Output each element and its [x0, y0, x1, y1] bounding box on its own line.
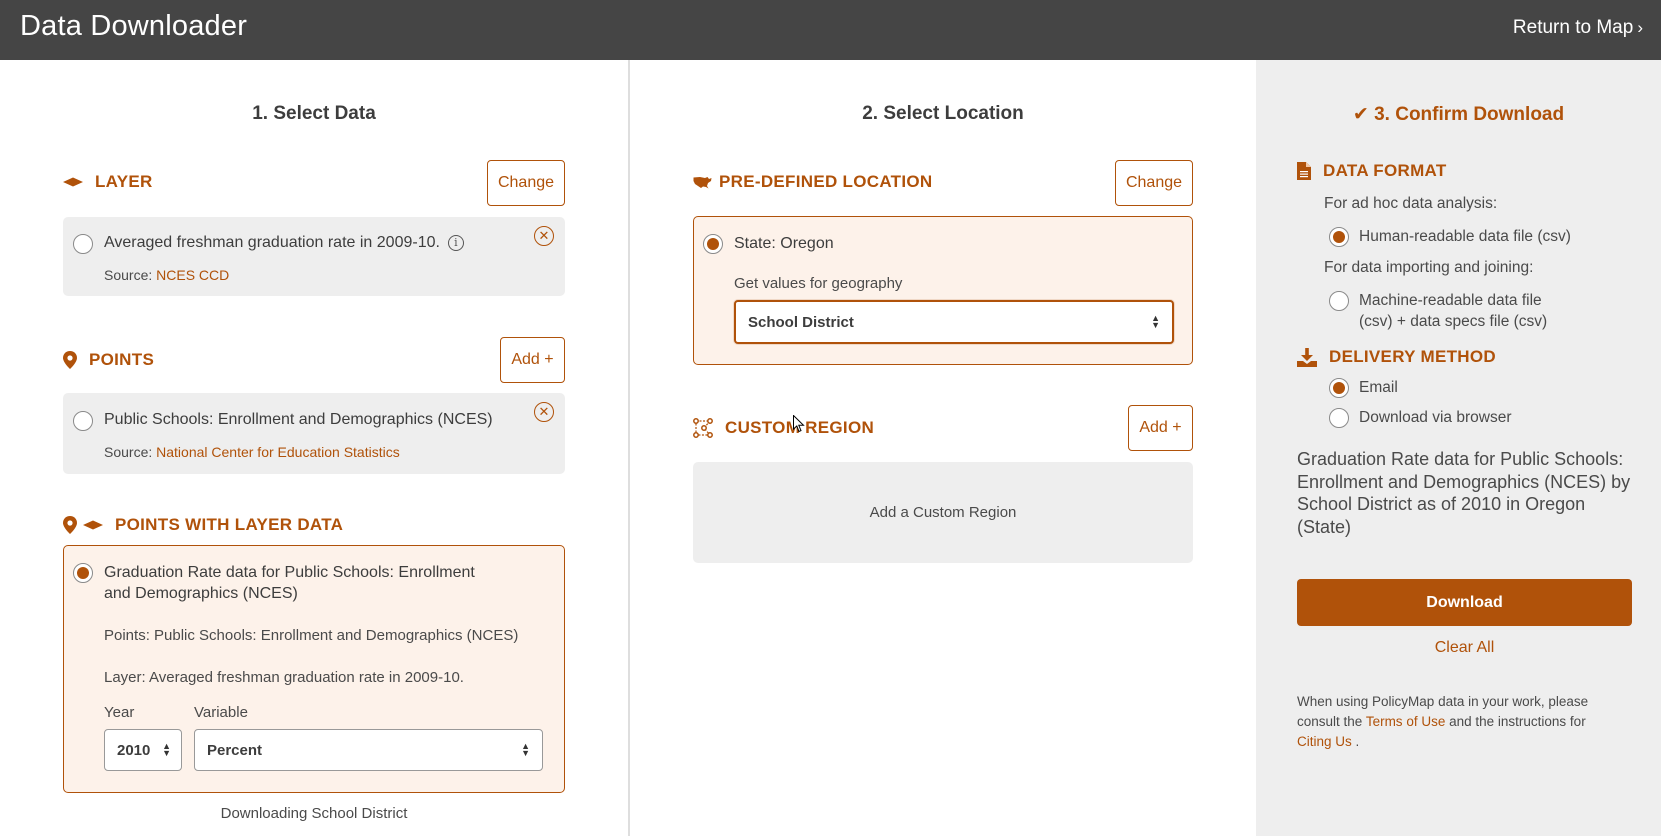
points-with-layer-heading-label: POINTS WITH LAYER DATA	[115, 515, 344, 534]
points-section-heading: POINTS	[63, 350, 154, 370]
geography-label: Get values for geography	[734, 275, 903, 292]
document-icon	[1297, 162, 1311, 180]
map-pin-icon	[63, 516, 77, 534]
app-title: Data Downloader	[20, 10, 248, 42]
data-format-section-heading: DATA FORMAT	[1297, 161, 1447, 181]
variable-label: Variable	[194, 704, 248, 721]
browser-download-radio[interactable]	[1329, 408, 1349, 428]
email-radio[interactable]	[1329, 378, 1349, 398]
polygon-region-icon	[693, 418, 713, 438]
top-bar: Data Downloader Return to Map ›	[0, 0, 1661, 60]
layer-icon	[83, 520, 103, 530]
adhoc-group-label: For ad hoc data analysis:	[1324, 195, 1498, 212]
download-summary: Graduation Rate data for Public Schools:…	[1297, 449, 1631, 537]
download-button[interactable]: Download	[1297, 579, 1632, 626]
variable-select-value: Percent	[207, 741, 263, 759]
points-source-link[interactable]: National Center for Education Statistics	[156, 444, 400, 460]
geography-select-value: School District	[748, 313, 854, 331]
delivery-method-section-heading: DELIVERY METHOD	[1297, 347, 1496, 367]
combined-points-line: Points: Public Schools: Enrollment and D…	[104, 627, 519, 644]
change-location-button[interactable]: Change	[1115, 160, 1193, 206]
points-name: Public Schools: Enrollment and Demograph…	[104, 411, 493, 428]
points-radio[interactable]	[73, 411, 93, 431]
select-arrows-icon: ▲ ▼	[521, 741, 530, 758]
machine-readable-label-line1[interactable]: Machine-readable data file	[1359, 292, 1542, 310]
delivery-method-heading-label: DELIVERY METHOD	[1329, 347, 1496, 366]
points-with-layer-radio[interactable]	[73, 563, 93, 583]
select-arrows-icon: ▲ ▼	[1151, 313, 1160, 330]
year-select[interactable]: 2010 ▲ ▼	[104, 729, 182, 771]
importing-group-label: For data importing and joining:	[1324, 259, 1534, 276]
clear-all-link[interactable]: Clear All	[1297, 639, 1632, 657]
citing-us-link[interactable]: Citing Us	[1297, 734, 1352, 749]
location-name: State: Oregon	[734, 235, 834, 252]
downloading-note: Downloading School District	[220, 805, 408, 822]
layer-source-link[interactable]: NCES CCD	[156, 267, 229, 283]
points-heading-label: POINTS	[89, 350, 155, 369]
return-to-map-label: Return to Map	[1512, 17, 1634, 38]
year-label: Year	[104, 704, 135, 721]
remove-points-close-icon[interactable]: ✕	[534, 402, 554, 422]
geography-select[interactable]: School District ▲ ▼	[734, 300, 1174, 344]
machine-readable-label-line2[interactable]: (csv) + data specs file (csv)	[1359, 313, 1547, 331]
download-tray-icon	[1297, 347, 1317, 367]
change-layer-button[interactable]: Change	[487, 160, 565, 206]
points-card[interactable]: Public Schools: Enrollment and Demograph…	[63, 393, 565, 474]
terms-of-use-link[interactable]: Terms of Use	[1366, 714, 1446, 729]
custom-region-section-heading: CUSTOM REGION	[693, 418, 874, 438]
select-arrows-icon: ▲ ▼	[162, 741, 171, 758]
add-points-button[interactable]: Add +	[500, 337, 565, 383]
select-data-title: 1. Select Data	[252, 103, 376, 124]
footer-text-3: .	[1355, 734, 1360, 749]
layer-radio[interactable]	[73, 234, 93, 254]
info-icon[interactable]: i	[447, 235, 464, 251]
points-source: Source: National Center for Education St…	[104, 444, 400, 460]
return-to-map-link[interactable]: Return to Map ›	[1513, 17, 1643, 39]
usa-map-icon	[693, 176, 712, 189]
data-format-heading-label: DATA FORMAT	[1323, 161, 1447, 180]
email-label[interactable]: Email	[1359, 379, 1398, 397]
confirm-download-title: 3. Confirm Download	[1374, 104, 1565, 125]
location-radio[interactable]	[703, 234, 723, 254]
checkmark-icon: ✔	[1352, 104, 1369, 125]
map-pin-icon	[63, 351, 77, 369]
chevron-right-icon: ›	[1637, 18, 1643, 37]
points-with-layer-section-heading: POINTS WITH LAYER DATA	[63, 515, 343, 535]
layer-card[interactable]: Averaged freshman graduation rate in 200…	[63, 217, 565, 296]
predefined-location-card[interactable]: State: Oregon Get values for geography S…	[693, 216, 1193, 365]
points-source-prefix: Source:	[104, 444, 153, 460]
layer-heading-label: LAYER	[95, 172, 153, 191]
variable-select[interactable]: Percent ▲ ▼	[194, 729, 543, 771]
footer-text-2: and the instructions for	[1449, 714, 1586, 729]
human-readable-radio[interactable]	[1329, 227, 1349, 247]
layer-icon	[63, 177, 83, 187]
add-custom-region-area[interactable]: Add a Custom Region	[693, 462, 1193, 563]
machine-readable-radio[interactable]	[1329, 291, 1349, 311]
confirm-download-title-row: ✔ 3. Confirm Download	[1256, 103, 1661, 126]
layer-source: Source: NCES CCD	[104, 267, 229, 283]
combined-layer-line: Layer: Averaged freshman graduation rate…	[104, 669, 464, 686]
predefined-location-section-heading: PRE-DEFINED LOCATION	[693, 172, 932, 192]
browser-download-label[interactable]: Download via browser	[1359, 409, 1512, 427]
column-divider	[628, 60, 630, 836]
year-select-value: 2010	[117, 741, 151, 759]
citation-footer: When using PolicyMap data in your work, …	[1297, 692, 1617, 752]
layer-source-prefix: Source:	[104, 267, 153, 283]
combined-title-line1: Graduation Rate data for Public Schools:…	[104, 564, 475, 581]
predefined-location-heading-label: PRE-DEFINED LOCATION	[719, 172, 933, 191]
layer-name: Averaged freshman graduation rate in 200…	[104, 234, 440, 251]
layer-item-row: Averaged freshman graduation rate in 200…	[104, 234, 464, 252]
layer-section-heading: LAYER	[63, 172, 153, 192]
points-with-layer-card[interactable]: Graduation Rate data for Public Schools:…	[63, 545, 565, 793]
human-readable-label[interactable]: Human-readable data file (csv)	[1359, 228, 1571, 246]
add-custom-region-button[interactable]: Add +	[1128, 405, 1193, 451]
select-location-title: 2. Select Location	[862, 103, 1024, 124]
remove-layer-close-icon[interactable]: ✕	[534, 226, 554, 246]
combined-title-line2: and Demographics (NCES)	[104, 585, 298, 602]
